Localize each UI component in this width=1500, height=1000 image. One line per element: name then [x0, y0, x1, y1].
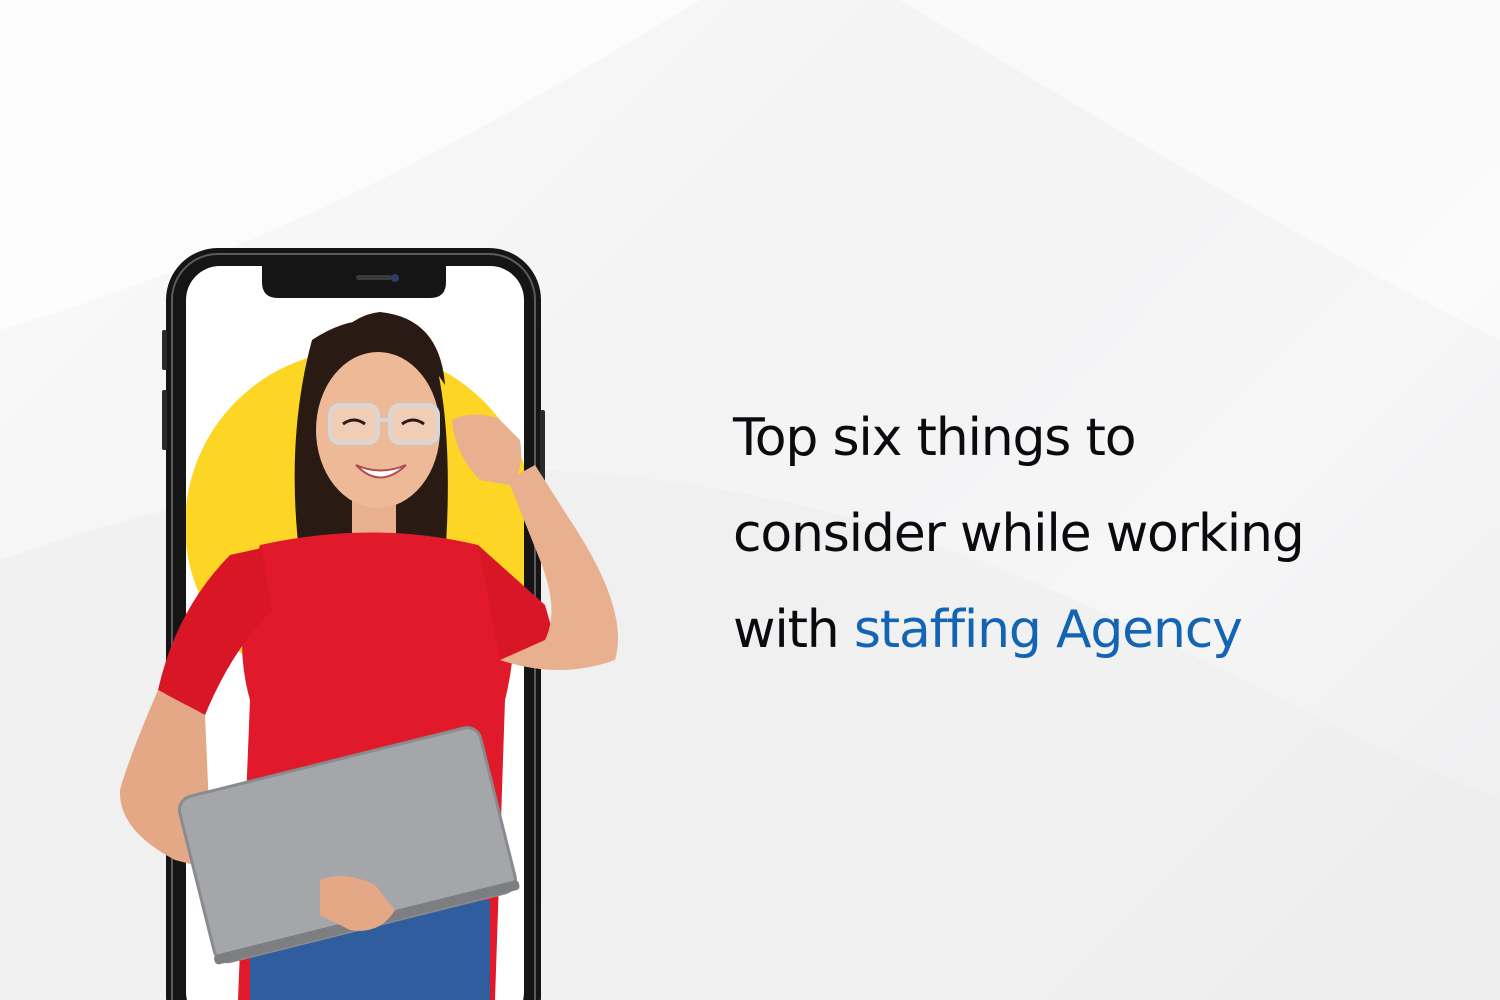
phone-side-button: [162, 330, 167, 370]
headline-line-3: with staffing Agency: [733, 582, 1453, 678]
headline-line-1: Top six things to: [733, 408, 1137, 468]
phone-side-button: [162, 390, 167, 450]
phone-notch: [262, 264, 446, 298]
headline-line-3-prefix: with: [733, 600, 840, 660]
headline-accent: staffing Agency: [853, 600, 1243, 660]
headline-line-2: consider while working: [733, 504, 1305, 564]
headline: Top six things to consider while working…: [733, 390, 1453, 678]
